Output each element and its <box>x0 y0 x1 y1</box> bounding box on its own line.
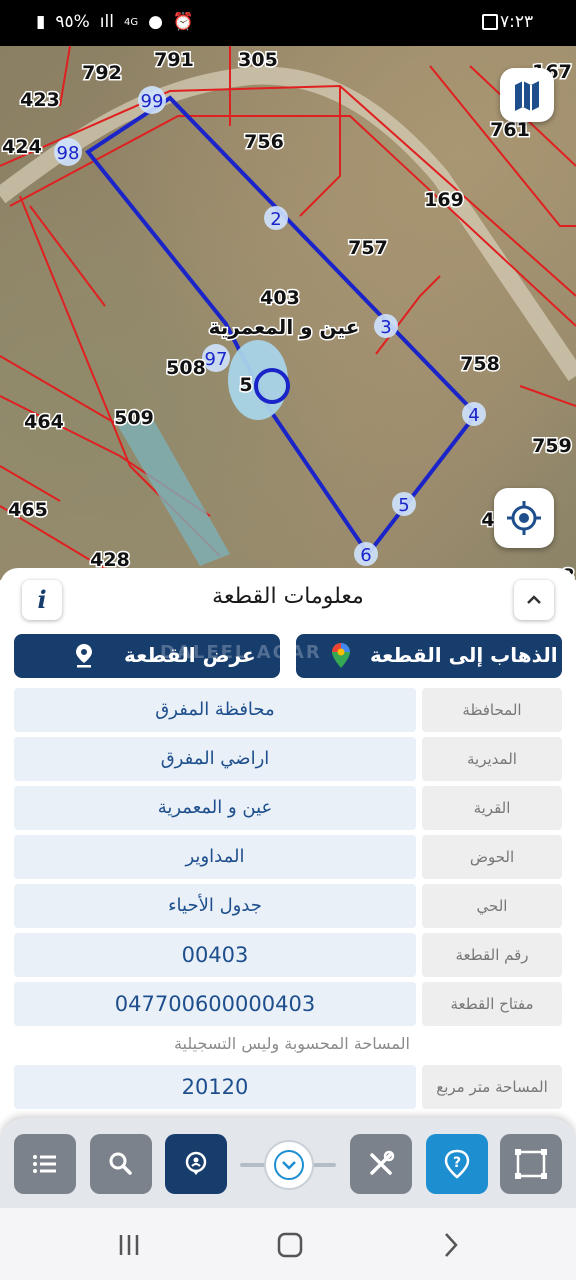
tools-icon <box>370 1150 395 1175</box>
info-row-district: جدول الأحياء الحي <box>14 884 562 928</box>
help-button[interactable]: ? <box>426 1134 488 1194</box>
chevron-down-icon <box>274 1150 304 1180</box>
map-view[interactable]: 99 98 2 3 4 5 6 97 791 305 792 167 423 4… <box>0 46 576 580</box>
search-icon <box>109 1152 132 1175</box>
info-row-parcel-number: 00403 رقم القطعة <box>14 933 562 977</box>
info-row-directorate: اراضي المفرق المديرية <box>14 737 562 781</box>
panel-header: i معلومات القطعة <box>0 568 576 630</box>
directorate-value: اراضي المفرق <box>14 737 416 781</box>
svg-text:756: 756 <box>244 131 284 153</box>
svg-text:305: 305 <box>238 49 278 71</box>
search-button[interactable] <box>90 1134 152 1194</box>
map-canvas: 99 98 2 3 4 5 6 97 791 305 792 167 423 4… <box>0 46 576 580</box>
location-pin-icon <box>76 644 92 668</box>
vertex-4: 4 <box>468 405 479 426</box>
info-row-village: عين و المعمرية القرية <box>14 786 562 830</box>
svg-text:791: 791 <box>154 49 194 71</box>
svg-text:169: 169 <box>424 189 464 211</box>
district-label: الحي <box>422 884 562 928</box>
polygon-select-button[interactable] <box>500 1134 562 1194</box>
parcel-number-value: 00403 <box>14 933 416 977</box>
status-bar: ▮ ٩٥% ıll 4G ● ⏰ ٧:٢٣ <box>0 0 576 46</box>
vertex-98: 98 <box>57 143 80 164</box>
back-icon[interactable] <box>440 1231 462 1259</box>
map-layers-button[interactable] <box>500 68 554 122</box>
governorate-label: المحافظة <box>422 688 562 732</box>
go-to-parcel-button[interactable]: الذهاب إلى القطعة <box>296 634 562 678</box>
svg-text:792: 792 <box>82 62 122 84</box>
vertex-3: 3 <box>380 317 391 338</box>
vertex-97: 97 <box>205 349 228 370</box>
notification-square-icon <box>482 14 498 30</box>
panel-title: معلومات القطعة <box>212 584 364 609</box>
info-row-parcel-key: 047700600000403 مفتاح القطعة <box>14 982 562 1026</box>
vertex-5: 5 <box>398 495 409 516</box>
parcel-key-value: 047700600000403 <box>14 982 416 1026</box>
battery-icon: ▮ <box>36 12 46 32</box>
home-icon[interactable] <box>276 1231 304 1259</box>
svg-text:4: 4 <box>481 509 494 531</box>
crosshair-icon <box>507 501 541 535</box>
svg-text:508: 508 <box>166 357 206 379</box>
map-icon <box>515 81 539 111</box>
list-icon <box>33 1155 56 1173</box>
tools-button[interactable] <box>350 1134 412 1194</box>
location-icon: ● <box>148 12 163 32</box>
system-nav-bar <box>0 1208 576 1280</box>
svg-text:761: 761 <box>490 119 530 141</box>
svg-text:423: 423 <box>20 89 60 111</box>
basin-label: الحوض <box>422 835 562 879</box>
svg-text:465: 465 <box>8 499 48 521</box>
parcel-key-label: مفتاح القطعة <box>422 982 562 1026</box>
polygon-select-icon <box>515 1149 547 1179</box>
village-label-field: القرية <box>422 786 562 830</box>
svg-text:5: 5 <box>239 374 252 396</box>
svg-text:759: 759 <box>532 435 572 457</box>
list-button[interactable] <box>14 1134 76 1194</box>
svg-text:403: 403 <box>260 287 300 309</box>
area-value: 20120 <box>14 1065 416 1109</box>
svg-text:464: 464 <box>24 411 64 433</box>
vertex-2: 2 <box>270 209 281 230</box>
chevron-up-icon <box>527 595 541 604</box>
battery-level: ٩٥% <box>55 12 90 32</box>
bottom-toolbar: ? <box>0 1118 576 1208</box>
basin-value: المداوير <box>14 835 416 879</box>
parcel-number-label: رقم القطعة <box>422 933 562 977</box>
my-location-button[interactable] <box>494 488 554 548</box>
collapse-button[interactable] <box>514 580 554 620</box>
svg-text:509: 509 <box>114 407 154 429</box>
my-parcels-button[interactable] <box>165 1134 227 1194</box>
alarm-icon: ⏰ <box>172 12 195 32</box>
recent-apps-icon[interactable] <box>116 1232 142 1258</box>
network-4g-icon: 4G <box>123 16 139 28</box>
village-value: عين و المعمرية <box>14 786 416 830</box>
area-label: المساحة متر مربع <box>422 1065 562 1109</box>
svg-text:757: 757 <box>348 237 388 259</box>
status-time: ٧:٢٣ <box>500 12 534 32</box>
google-maps-icon <box>332 643 350 668</box>
svg-text:?: ? <box>453 1155 461 1171</box>
svg-text:758: 758 <box>460 353 500 375</box>
info-row-basin: المداوير الحوض <box>14 835 562 879</box>
info-row-governorate: محافظة المفرق المحافظة <box>14 688 562 732</box>
district-value: جدول الأحياء <box>14 884 416 928</box>
watermark: DALEEL AQAR <box>160 642 322 663</box>
vertex-6: 6 <box>360 545 371 566</box>
go-to-parcel-label: الذهاب إلى القطعة <box>370 643 558 667</box>
location-pin-icon <box>185 1151 207 1175</box>
vertex-99: 99 <box>141 91 164 112</box>
panel-toggle-button[interactable] <box>264 1140 314 1190</box>
status-icons: ▮ ٩٥% ıll 4G ● ⏰ <box>36 12 194 32</box>
parcel-info-panel: i معلومات القطعة عرض القطعة الذهاب إلى ا… <box>0 568 576 1128</box>
village-label: عين و المعمرية <box>209 315 360 339</box>
governorate-value: محافظة المفرق <box>14 688 416 732</box>
directorate-label: المديرية <box>422 737 562 781</box>
signal-icon: ıll <box>99 12 114 32</box>
info-row-area: 20120 المساحة متر مربع <box>14 1065 562 1109</box>
svg-text:424: 424 <box>2 136 42 158</box>
help-icon: ? <box>444 1149 470 1179</box>
